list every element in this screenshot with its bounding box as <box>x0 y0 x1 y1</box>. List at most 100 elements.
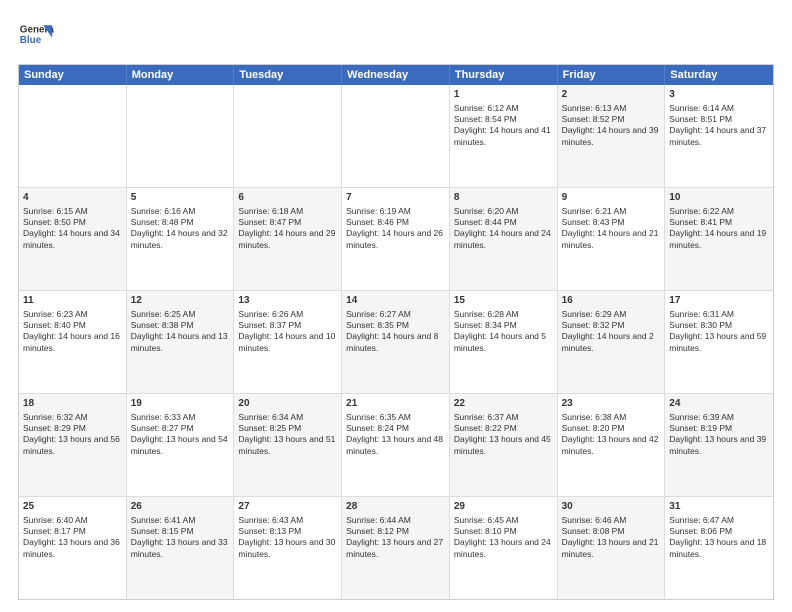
day-info: Daylight: 13 hours and 21 minutes. <box>562 537 659 558</box>
day-number: 20 <box>238 397 337 411</box>
day-info: Daylight: 14 hours and 39 minutes. <box>562 125 659 146</box>
day-info: Sunset: 8:51 PM <box>669 114 732 124</box>
weekday-header: Thursday <box>450 65 558 85</box>
day-info: Sunrise: 6:44 AM <box>346 515 411 525</box>
day-info: Daylight: 13 hours and 54 minutes. <box>131 434 228 455</box>
weekday-header: Tuesday <box>234 65 342 85</box>
weekday-header: Saturday <box>665 65 773 85</box>
day-info: Sunset: 8:13 PM <box>238 526 301 536</box>
day-info: Daylight: 13 hours and 45 minutes. <box>454 434 551 455</box>
calendar-cell: 16Sunrise: 6:29 AMSunset: 8:32 PMDayligh… <box>558 291 666 393</box>
day-info: Daylight: 14 hours and 5 minutes. <box>454 331 546 352</box>
day-info: Sunset: 8:50 PM <box>23 217 86 227</box>
day-info: Sunset: 8:46 PM <box>346 217 409 227</box>
day-info: Sunset: 8:38 PM <box>131 320 194 330</box>
day-info: Sunrise: 6:28 AM <box>454 309 519 319</box>
day-info: Sunrise: 6:31 AM <box>669 309 734 319</box>
day-info: Daylight: 13 hours and 27 minutes. <box>346 537 443 558</box>
calendar-cell <box>127 85 235 187</box>
day-info: Daylight: 13 hours and 39 minutes. <box>669 434 766 455</box>
calendar-cell <box>234 85 342 187</box>
day-info: Daylight: 14 hours and 21 minutes. <box>562 228 659 249</box>
calendar-row: 25Sunrise: 6:40 AMSunset: 8:17 PMDayligh… <box>19 496 773 599</box>
day-info: Sunrise: 6:37 AM <box>454 412 519 422</box>
day-info: Sunrise: 6:18 AM <box>238 206 303 216</box>
day-info: Sunset: 8:52 PM <box>562 114 625 124</box>
day-info: Daylight: 14 hours and 26 minutes. <box>346 228 443 249</box>
day-info: Sunset: 8:19 PM <box>669 423 732 433</box>
calendar-cell: 6Sunrise: 6:18 AMSunset: 8:47 PMDaylight… <box>234 188 342 290</box>
weekday-header: Wednesday <box>342 65 450 85</box>
day-info: Sunset: 8:29 PM <box>23 423 86 433</box>
day-info: Sunset: 8:30 PM <box>669 320 732 330</box>
day-info: Sunrise: 6:26 AM <box>238 309 303 319</box>
day-number: 9 <box>562 191 661 205</box>
day-info: Sunset: 8:54 PM <box>454 114 517 124</box>
day-number: 1 <box>454 88 553 102</box>
calendar-cell: 12Sunrise: 6:25 AMSunset: 8:38 PMDayligh… <box>127 291 235 393</box>
calendar-cell: 27Sunrise: 6:43 AMSunset: 8:13 PMDayligh… <box>234 497 342 599</box>
calendar-cell: 2Sunrise: 6:13 AMSunset: 8:52 PMDaylight… <box>558 85 666 187</box>
day-info: Sunrise: 6:21 AM <box>562 206 627 216</box>
calendar-cell: 25Sunrise: 6:40 AMSunset: 8:17 PMDayligh… <box>19 497 127 599</box>
day-number: 8 <box>454 191 553 205</box>
calendar-cell: 13Sunrise: 6:26 AMSunset: 8:37 PMDayligh… <box>234 291 342 393</box>
day-info: Sunset: 8:41 PM <box>669 217 732 227</box>
day-number: 12 <box>131 294 230 308</box>
day-info: Sunrise: 6:15 AM <box>23 206 88 216</box>
day-info: Sunrise: 6:33 AM <box>131 412 196 422</box>
day-info: Sunrise: 6:47 AM <box>669 515 734 525</box>
day-info: Daylight: 13 hours and 42 minutes. <box>562 434 659 455</box>
day-info: Daylight: 14 hours and 29 minutes. <box>238 228 335 249</box>
day-number: 24 <box>669 397 769 411</box>
svg-text:Blue: Blue <box>20 35 42 46</box>
weekday-header: Friday <box>558 65 666 85</box>
calendar: SundayMondayTuesdayWednesdayThursdayFrid… <box>18 64 774 600</box>
day-info: Daylight: 13 hours and 36 minutes. <box>23 537 120 558</box>
day-info: Sunset: 8:17 PM <box>23 526 86 536</box>
day-info: Daylight: 14 hours and 37 minutes. <box>669 125 766 146</box>
day-info: Daylight: 14 hours and 32 minutes. <box>131 228 228 249</box>
day-info: Sunrise: 6:40 AM <box>23 515 88 525</box>
day-number: 4 <box>23 191 122 205</box>
day-number: 3 <box>669 88 769 102</box>
day-info: Sunrise: 6:23 AM <box>23 309 88 319</box>
calendar-header: SundayMondayTuesdayWednesdayThursdayFrid… <box>19 65 773 85</box>
day-info: Daylight: 13 hours and 18 minutes. <box>669 537 766 558</box>
calendar-cell: 11Sunrise: 6:23 AMSunset: 8:40 PMDayligh… <box>19 291 127 393</box>
day-info: Daylight: 13 hours and 51 minutes. <box>238 434 335 455</box>
day-info: Sunset: 8:22 PM <box>454 423 517 433</box>
page: General Blue SundayMondayTuesdayWednesda… <box>0 0 792 612</box>
day-info: Sunset: 8:34 PM <box>454 320 517 330</box>
day-info: Daylight: 14 hours and 13 minutes. <box>131 331 228 352</box>
calendar-cell: 9Sunrise: 6:21 AMSunset: 8:43 PMDaylight… <box>558 188 666 290</box>
day-info: Sunset: 8:25 PM <box>238 423 301 433</box>
header: General Blue <box>18 18 774 54</box>
day-info: Sunset: 8:10 PM <box>454 526 517 536</box>
day-number: 21 <box>346 397 445 411</box>
calendar-cell <box>342 85 450 187</box>
day-info: Daylight: 14 hours and 19 minutes. <box>669 228 766 249</box>
day-info: Daylight: 13 hours and 24 minutes. <box>454 537 551 558</box>
day-info: Daylight: 14 hours and 41 minutes. <box>454 125 551 146</box>
day-info: Sunset: 8:40 PM <box>23 320 86 330</box>
day-number: 13 <box>238 294 337 308</box>
day-info: Sunrise: 6:38 AM <box>562 412 627 422</box>
day-info: Sunset: 8:27 PM <box>131 423 194 433</box>
calendar-cell: 24Sunrise: 6:39 AMSunset: 8:19 PMDayligh… <box>665 394 773 496</box>
day-number: 22 <box>454 397 553 411</box>
day-number: 29 <box>454 500 553 514</box>
day-number: 16 <box>562 294 661 308</box>
calendar-cell: 10Sunrise: 6:22 AMSunset: 8:41 PMDayligh… <box>665 188 773 290</box>
calendar-row: 11Sunrise: 6:23 AMSunset: 8:40 PMDayligh… <box>19 290 773 393</box>
day-number: 28 <box>346 500 445 514</box>
calendar-cell: 18Sunrise: 6:32 AMSunset: 8:29 PMDayligh… <box>19 394 127 496</box>
weekday-header: Sunday <box>19 65 127 85</box>
day-number: 26 <box>131 500 230 514</box>
weekday-header: Monday <box>127 65 235 85</box>
calendar-cell: 28Sunrise: 6:44 AMSunset: 8:12 PMDayligh… <box>342 497 450 599</box>
calendar-cell: 7Sunrise: 6:19 AMSunset: 8:46 PMDaylight… <box>342 188 450 290</box>
day-info: Sunrise: 6:13 AM <box>562 103 627 113</box>
day-info: Sunrise: 6:29 AM <box>562 309 627 319</box>
day-info: Sunset: 8:08 PM <box>562 526 625 536</box>
